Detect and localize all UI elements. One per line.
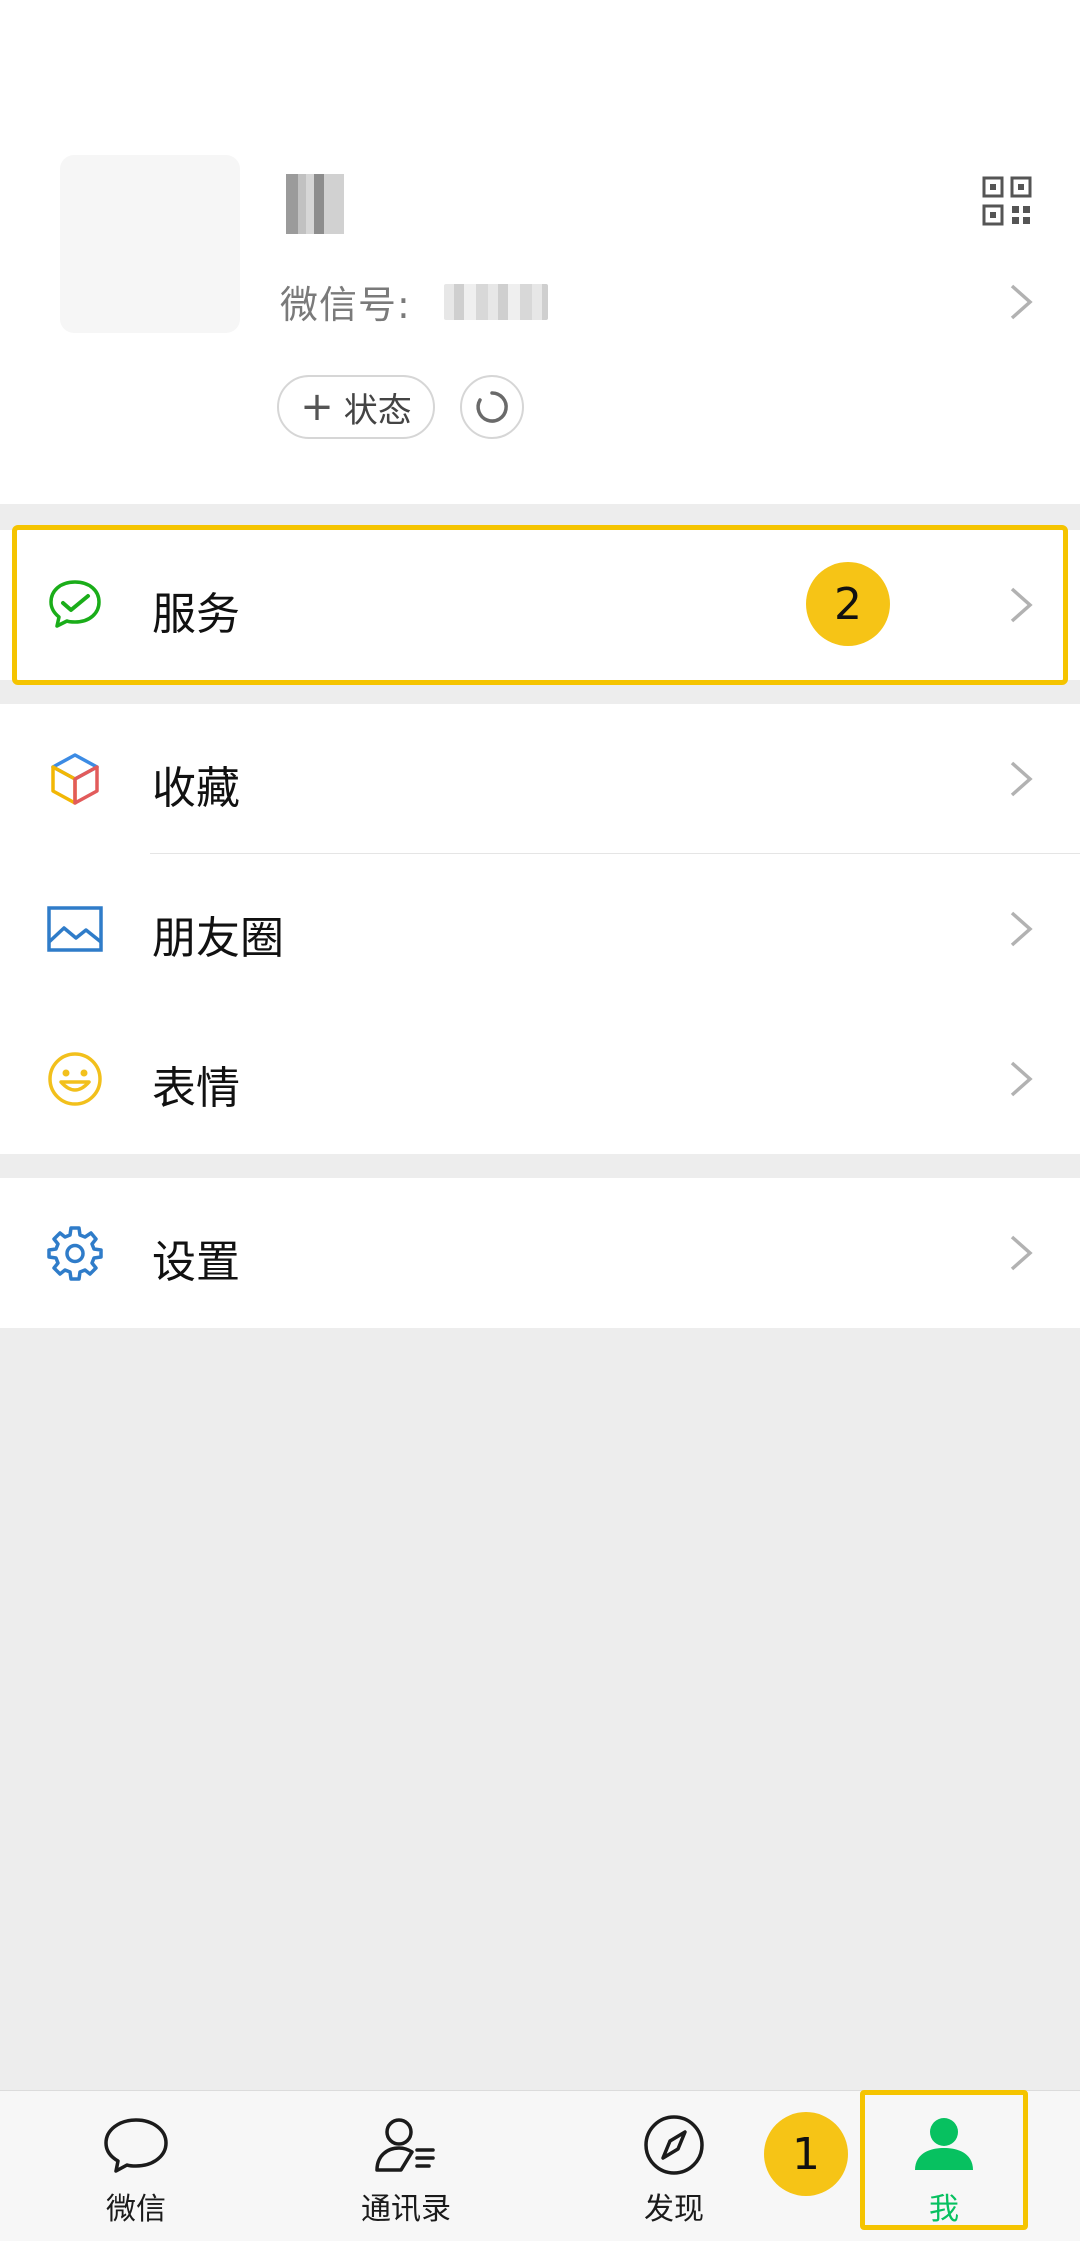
chevron-right-icon xyxy=(1010,1061,1033,1097)
tab-wechat[interactable]: 微信 xyxy=(56,2110,216,2230)
status-button-label: 状态 xyxy=(343,390,412,431)
menu-item-favorites[interactable]: 收藏 xyxy=(0,704,1080,854)
step-badge-2: 2 xyxy=(806,562,890,646)
wechat-id-redacted xyxy=(444,284,548,320)
refresh-status-button[interactable] xyxy=(460,375,524,439)
highlight-box-me xyxy=(860,2090,1028,2230)
refresh-icon xyxy=(476,391,508,423)
smiley-icon xyxy=(48,1052,102,1106)
menu-label-moments: 朋友圈 xyxy=(152,913,284,964)
menu-item-stickers[interactable]: 表情 xyxy=(0,1004,1080,1154)
chevron-right-icon xyxy=(1010,911,1033,947)
compass-icon xyxy=(644,2115,704,2175)
contacts-icon xyxy=(375,2118,435,2172)
chevron-right-icon xyxy=(1010,761,1033,797)
add-status-button[interactable]: + 状态 xyxy=(277,375,435,439)
tab-label: 通讯录 xyxy=(361,2192,451,2227)
photo-album-icon xyxy=(47,906,103,952)
chevron-right-icon[interactable] xyxy=(1008,282,1034,322)
qr-code-icon[interactable] xyxy=(982,176,1032,226)
gear-icon xyxy=(47,1226,103,1281)
tab-label: 微信 xyxy=(106,2192,166,2227)
plus-icon: + xyxy=(300,384,334,430)
wechat-id-label: 微信号: xyxy=(280,283,411,327)
menu-label-stickers: 表情 xyxy=(152,1063,240,1114)
chevron-right-icon xyxy=(1010,1235,1033,1271)
tab-label: 发现 xyxy=(644,2192,704,2227)
tab-discover[interactable]: 发现 xyxy=(594,2110,754,2230)
cube-icon xyxy=(51,753,99,805)
avatar[interactable] xyxy=(60,155,240,333)
tab-contacts[interactable]: 通讯录 xyxy=(326,2110,486,2230)
menu-label-settings: 设置 xyxy=(152,1237,240,1288)
highlight-box-service xyxy=(12,525,1068,685)
chat-bubble-icon xyxy=(104,2118,168,2173)
menu-item-moments[interactable]: 朋友圈 xyxy=(0,854,1080,1004)
step-badge-1: 1 xyxy=(764,2112,848,2196)
menu-item-settings[interactable]: 设置 xyxy=(0,1178,1080,1328)
nickname-redacted xyxy=(286,174,344,234)
menu-label-favorites: 收藏 xyxy=(152,763,240,814)
